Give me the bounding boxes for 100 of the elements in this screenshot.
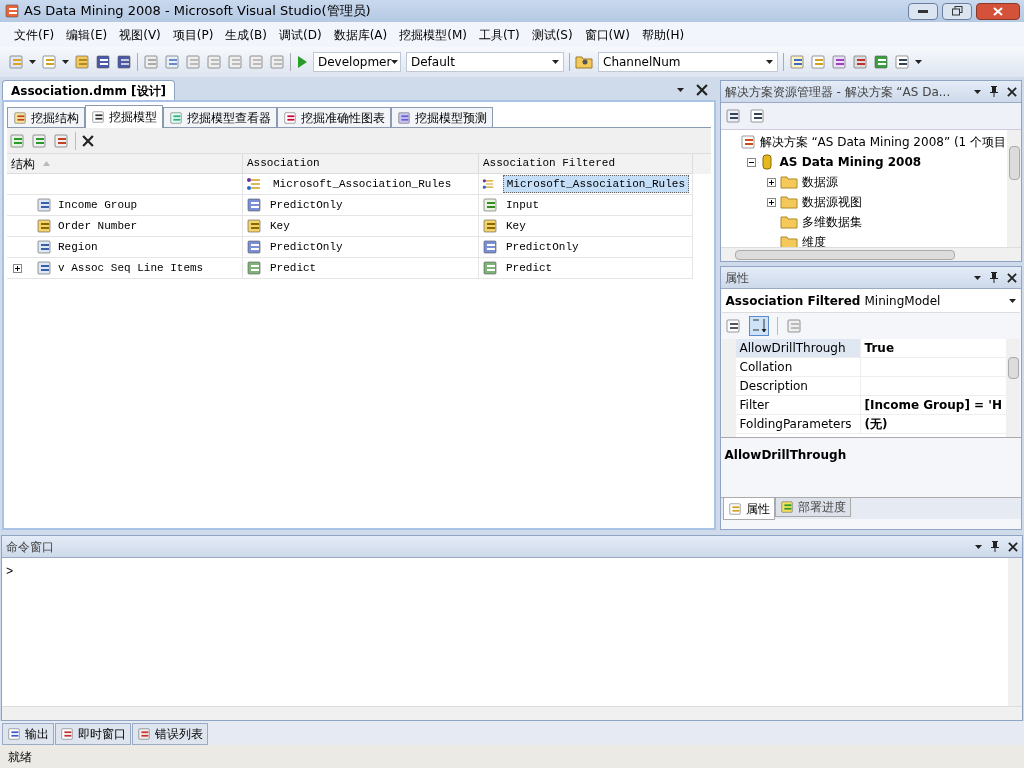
- menu-item[interactable]: 项目(P): [166, 25, 220, 44]
- restore-icon: [951, 6, 963, 16]
- property-value[interactable]: [Income Group] = 'H: [860, 396, 1006, 414]
- usage-cell[interactable]: PredictOnly: [270, 238, 343, 256]
- tree-item[interactable]: 数据源: [801, 173, 838, 191]
- structure-column-name: v Assoc Seq Line Items: [58, 260, 204, 276]
- usage-cell[interactable]: Predict: [506, 259, 553, 277]
- column-header[interactable]: Association: [243, 154, 479, 174]
- column-header[interactable]: 结构: [7, 154, 243, 174]
- command-prompt: >: [6, 565, 14, 579]
- property-name[interactable]: FoldingParameters: [735, 415, 861, 433]
- dropdown-icon: [974, 89, 981, 94]
- structure-column-name: Income Group: [58, 197, 138, 213]
- tree-item[interactable]: 解决方案 “AS Data Mining 2008” (1 个项目: [759, 133, 1007, 151]
- menu-item[interactable]: 调试(D): [273, 25, 328, 44]
- algorithm-icon: [482, 177, 495, 191]
- document-tab[interactable]: Association.dmm [设计]: [2, 80, 176, 100]
- menu-item[interactable]: 编辑(E): [60, 25, 114, 44]
- tool-window-tab[interactable]: 错误列表: [132, 723, 208, 745]
- collapse-icon[interactable]: [746, 157, 756, 167]
- menu-item[interactable]: 视图(V): [113, 25, 167, 44]
- dropdown-icon: [975, 544, 982, 549]
- pin-icon[interactable]: [989, 86, 999, 97]
- property-value[interactable]: True: [860, 339, 1006, 357]
- structure-column-name: Region: [58, 239, 98, 255]
- start-debugging-icon[interactable]: [296, 55, 308, 69]
- tree-item[interactable]: 多维数据集: [801, 213, 862, 231]
- menu-item[interactable]: 挖掘模型(M): [393, 25, 473, 44]
- scrollbar[interactable]: [1008, 558, 1022, 706]
- algorithm-cell[interactable]: Microsoft_Association_Rules: [270, 175, 455, 193]
- sort-alphabetical-icon[interactable]: [748, 316, 769, 336]
- horizontal-scrollbar[interactable]: [720, 247, 1021, 261]
- property-name[interactable]: Filter: [735, 396, 861, 414]
- folder-binoculars-icon[interactable]: [575, 54, 593, 70]
- usage-cell[interactable]: PredictOnly: [506, 238, 579, 256]
- tree-item[interactable]: AS Data Mining 2008: [779, 153, 922, 171]
- pin-icon[interactable]: [990, 541, 1000, 552]
- panel-title: 属性: [724, 269, 750, 287]
- close-icon[interactable]: [1007, 272, 1017, 283]
- restore-button[interactable]: [942, 2, 972, 20]
- expand-icon[interactable]: [13, 263, 22, 273]
- menu-item[interactable]: 测试(S): [525, 25, 579, 44]
- property-description-title: AllowDrillThrough: [724, 448, 847, 462]
- window-title: AS Data Mining 2008 - Microsoft Visual Studio(管理员): [24, 2, 372, 21]
- menu-item[interactable]: 文件(F): [8, 25, 61, 44]
- usage-cell[interactable]: Predict: [270, 259, 317, 277]
- minimize-button[interactable]: [908, 2, 938, 20]
- designer-tab[interactable]: 挖掘准确性图表: [277, 107, 391, 127]
- usage-cell[interactable]: Key: [506, 217, 526, 235]
- horizontal-scrollbar[interactable]: [2, 706, 1022, 720]
- column-header[interactable]: Association Filtered: [479, 154, 693, 174]
- property-name[interactable]: AllowDrillThrough: [735, 339, 861, 357]
- panel-title: 解决方案资源管理器 - 解决方案 “AS Da...: [724, 83, 952, 101]
- close-icon[interactable]: [1007, 86, 1017, 97]
- usage-cell[interactable]: Input: [506, 196, 539, 214]
- close-icon[interactable]: [1008, 541, 1018, 552]
- pin-icon[interactable]: [989, 272, 999, 283]
- menu-item[interactable]: 生成(B): [219, 25, 273, 44]
- menu-item[interactable]: 数据库(A): [327, 25, 394, 44]
- designer-tab[interactable]: 挖掘模型预测: [391, 107, 493, 127]
- column-dropdown[interactable]: ChannelNum: [598, 52, 778, 72]
- platform-dropdown[interactable]: Default: [406, 52, 564, 72]
- usage-cell[interactable]: Key: [270, 217, 290, 235]
- close-icon[interactable]: [82, 134, 94, 147]
- object-selector[interactable]: Association Filtered MiningModel: [721, 289, 1020, 313]
- folder-icon: [779, 175, 798, 189]
- folder-icon: [779, 215, 798, 229]
- structure-column-name: Order Number: [58, 218, 138, 234]
- panel-tab[interactable]: 属性: [722, 498, 775, 520]
- tree-item[interactable]: 维度: [801, 233, 826, 247]
- close-icon: [993, 6, 1003, 16]
- close-button[interactable]: [976, 2, 1020, 20]
- menu-item[interactable]: 窗口(W): [578, 25, 636, 44]
- property-name[interactable]: Description: [735, 377, 861, 395]
- tool-window-tab[interactable]: 输出: [2, 723, 54, 745]
- solution-config-dropdown[interactable]: Developmer: [313, 52, 401, 72]
- usage-cell[interactable]: PredictOnly: [270, 196, 343, 214]
- expand-icon[interactable]: [766, 177, 776, 187]
- property-name[interactable]: Collation: [735, 358, 861, 376]
- tree-item[interactable]: 数据源视图: [801, 193, 862, 211]
- menu-item[interactable]: 帮助(H): [635, 25, 691, 44]
- status-text: 就绪: [8, 748, 32, 766]
- property-value[interactable]: (无): [860, 415, 1006, 433]
- scrollbar[interactable]: [1006, 339, 1020, 437]
- algorithm-cell[interactable]: Microsoft_Association_Rules: [502, 174, 689, 194]
- designer-tab[interactable]: 挖掘模型: [85, 105, 163, 128]
- caret-icon: [766, 60, 773, 64]
- tool-window-tab[interactable]: 即时窗口: [55, 723, 131, 745]
- caret-icon: [391, 60, 399, 64]
- scrollbar[interactable]: [1007, 130, 1021, 247]
- sort-icon: [43, 161, 50, 166]
- designer-tab[interactable]: 挖掘结构: [7, 107, 85, 127]
- menu-item[interactable]: 工具(T): [472, 25, 526, 44]
- caret-icon: [1009, 298, 1016, 303]
- panel-tab[interactable]: 部署进度: [774, 498, 851, 517]
- caret-icon: [29, 60, 36, 64]
- close-icon[interactable]: [695, 84, 708, 96]
- caret-icon: [62, 60, 69, 64]
- expand-icon[interactable]: [766, 197, 776, 207]
- designer-tab[interactable]: 挖掘模型查看器: [163, 107, 277, 127]
